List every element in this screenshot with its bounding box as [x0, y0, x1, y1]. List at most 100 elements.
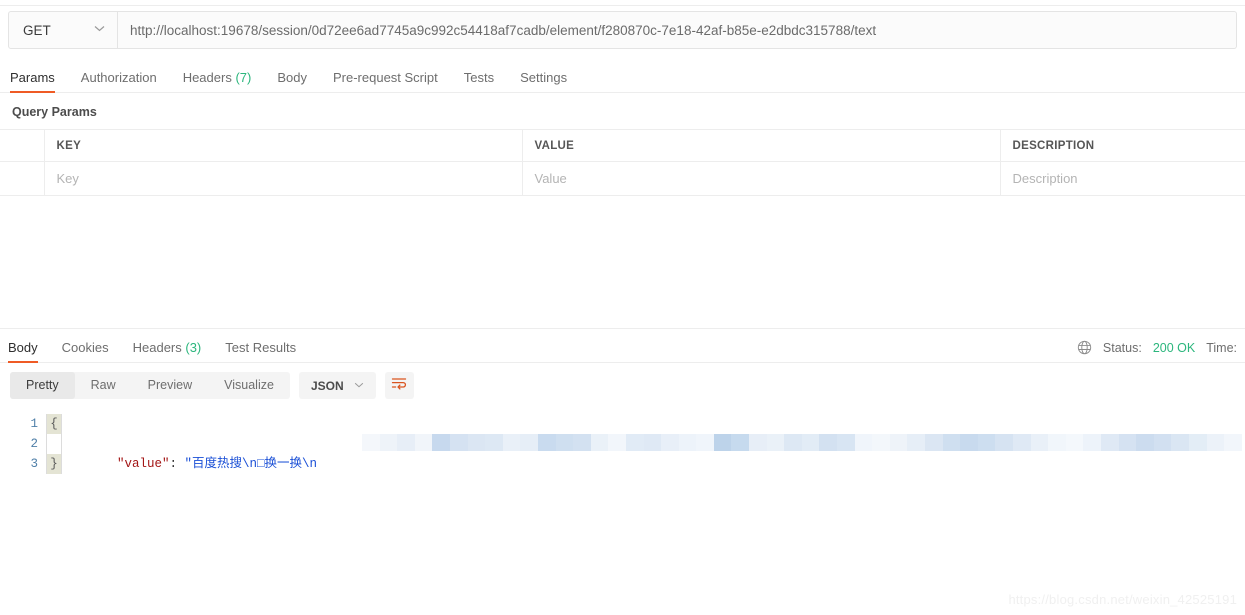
redacted-block: [854, 434, 873, 451]
redacted-block: [977, 434, 996, 451]
tab-body[interactable]: Body: [277, 70, 307, 92]
column-header-checkbox: [0, 129, 45, 162]
redacted-block: [379, 434, 398, 451]
format-pretty-button[interactable]: Pretty: [10, 372, 75, 399]
redacted-block: [1065, 434, 1084, 451]
redacted-block: [467, 434, 486, 451]
response-status-bar: Status: 200 OK Time:: [1077, 340, 1237, 362]
status-badge: 200 OK: [1152, 340, 1196, 355]
redacted-block: [766, 434, 785, 451]
tab-pre-request-script[interactable]: Pre-request Script: [333, 70, 438, 92]
param-description-input[interactable]: Description: [1000, 161, 1245, 196]
redacted-block: [925, 434, 943, 451]
globe-icon: [1077, 340, 1092, 355]
request-empty-space: [0, 196, 1245, 328]
redacted-block: [749, 434, 767, 451]
tab-headers-label: Headers: [182, 70, 232, 85]
response-tab-headers[interactable]: Headers (3): [133, 340, 202, 362]
redacted-block: [537, 434, 556, 451]
redacted-block: [1048, 434, 1066, 451]
response-tab-test-results[interactable]: Test Results: [225, 340, 296, 362]
tab-authorization[interactable]: Authorization: [81, 70, 157, 92]
redacted-block: [1171, 434, 1189, 451]
status-label: Status:: [1102, 340, 1142, 355]
response-tab-cookies[interactable]: Cookies: [62, 340, 109, 362]
redacted-block: [661, 434, 679, 451]
tab-settings[interactable]: Settings: [520, 70, 567, 92]
time-label: Time:: [1206, 340, 1237, 355]
row-checkbox-cell[interactable]: [0, 161, 45, 196]
redacted-block: [837, 434, 855, 451]
table-row[interactable]: Key Value Description: [0, 161, 1245, 196]
http-method-label: GET: [23, 22, 51, 38]
redacted-block: [1083, 434, 1101, 451]
line-number-gutter: 1 2 3: [0, 414, 46, 474]
redacted-block: [502, 434, 521, 451]
format-raw-button[interactable]: Raw: [75, 372, 132, 399]
redacted-block: [590, 434, 609, 451]
word-wrap-icon: [391, 376, 407, 395]
format-visualize-button[interactable]: Visualize: [208, 372, 290, 399]
redacted-block: [1188, 434, 1207, 451]
redacted-block: [608, 434, 626, 451]
response-tab-body[interactable]: Body: [8, 340, 38, 363]
format-preview-button[interactable]: Preview: [132, 372, 208, 399]
response-language-select[interactable]: JSON: [298, 372, 376, 399]
fold-brace-close[interactable]: }: [47, 454, 61, 474]
response-header: Body Cookies Headers (3) Test Results St…: [0, 329, 1245, 363]
tab-authorization-label: Authorization: [80, 70, 157, 85]
json-colon: :: [169, 457, 185, 471]
redacted-block: [520, 434, 538, 451]
redacted-block: [1206, 434, 1225, 451]
response-tab-test-results-label: Test Results: [225, 340, 297, 355]
redacted-block: [696, 434, 714, 451]
response-body-viewer[interactable]: 1 2 3 { } "value": "百度热搜\n□换一换\n ": [0, 408, 1245, 474]
format-button-group: Pretty Raw Preview Visualize: [10, 372, 290, 399]
request-tab-bar: Params Authorization Headers (7) Body Pr…: [0, 61, 1245, 93]
request-url-bar: GET http://localhost:19678/session/0d72e…: [8, 11, 1237, 49]
redacted-block: [942, 434, 961, 451]
redacted-block: [1012, 434, 1031, 451]
line-number: 3: [30, 457, 38, 471]
redacted-block: [1030, 434, 1049, 451]
redacted-block: [731, 434, 750, 451]
request-url-text: http://localhost:19678/session/0d72ee6ad…: [130, 22, 877, 38]
param-value-input[interactable]: Value: [522, 161, 1001, 196]
request-url-input[interactable]: http://localhost:19678/session/0d72ee6ad…: [118, 11, 1237, 49]
response-body-toolbar: Pretty Raw Preview Visualize JSON: [0, 363, 1245, 408]
redacted-block: [907, 434, 925, 451]
tab-params[interactable]: Params: [10, 70, 55, 93]
redacted-block: [801, 434, 820, 451]
redacted-block: [1136, 434, 1154, 451]
redacted-block: [678, 434, 697, 451]
tab-tests[interactable]: Tests: [464, 70, 494, 92]
window-top-strip: [0, 0, 1245, 6]
redacted-block: [889, 434, 908, 451]
redacted-block: [555, 434, 574, 451]
redacted-block: [784, 434, 802, 451]
line-number: 2: [30, 437, 38, 451]
redacted-block: [573, 434, 591, 451]
param-key-input[interactable]: Key: [44, 161, 523, 196]
fold-brace-open[interactable]: {: [47, 414, 61, 434]
redacted-block: [643, 434, 662, 451]
json-key: "value": [117, 457, 170, 471]
redacted-block: [995, 434, 1013, 451]
response-language-label: JSON: [310, 378, 344, 393]
redacted-block: [397, 434, 415, 451]
chevron-down-icon: [94, 24, 105, 35]
tab-headers[interactable]: Headers (7): [183, 70, 252, 92]
http-method-select[interactable]: GET: [8, 11, 118, 49]
redacted-block: [872, 434, 890, 451]
tab-settings-label: Settings: [520, 70, 568, 85]
tab-pre-request-script-label: Pre-request Script: [332, 70, 438, 85]
redacted-block: [1100, 434, 1119, 451]
tab-body-label: Body: [277, 70, 307, 85]
redacted-block: [1118, 434, 1137, 451]
word-wrap-toggle[interactable]: [384, 372, 414, 399]
code-fold-column[interactable]: { }: [46, 414, 62, 474]
redacted-block: [414, 434, 433, 451]
response-tab-bar: Body Cookies Headers (3) Test Results: [4, 340, 296, 363]
chevron-down-icon: [354, 380, 364, 391]
